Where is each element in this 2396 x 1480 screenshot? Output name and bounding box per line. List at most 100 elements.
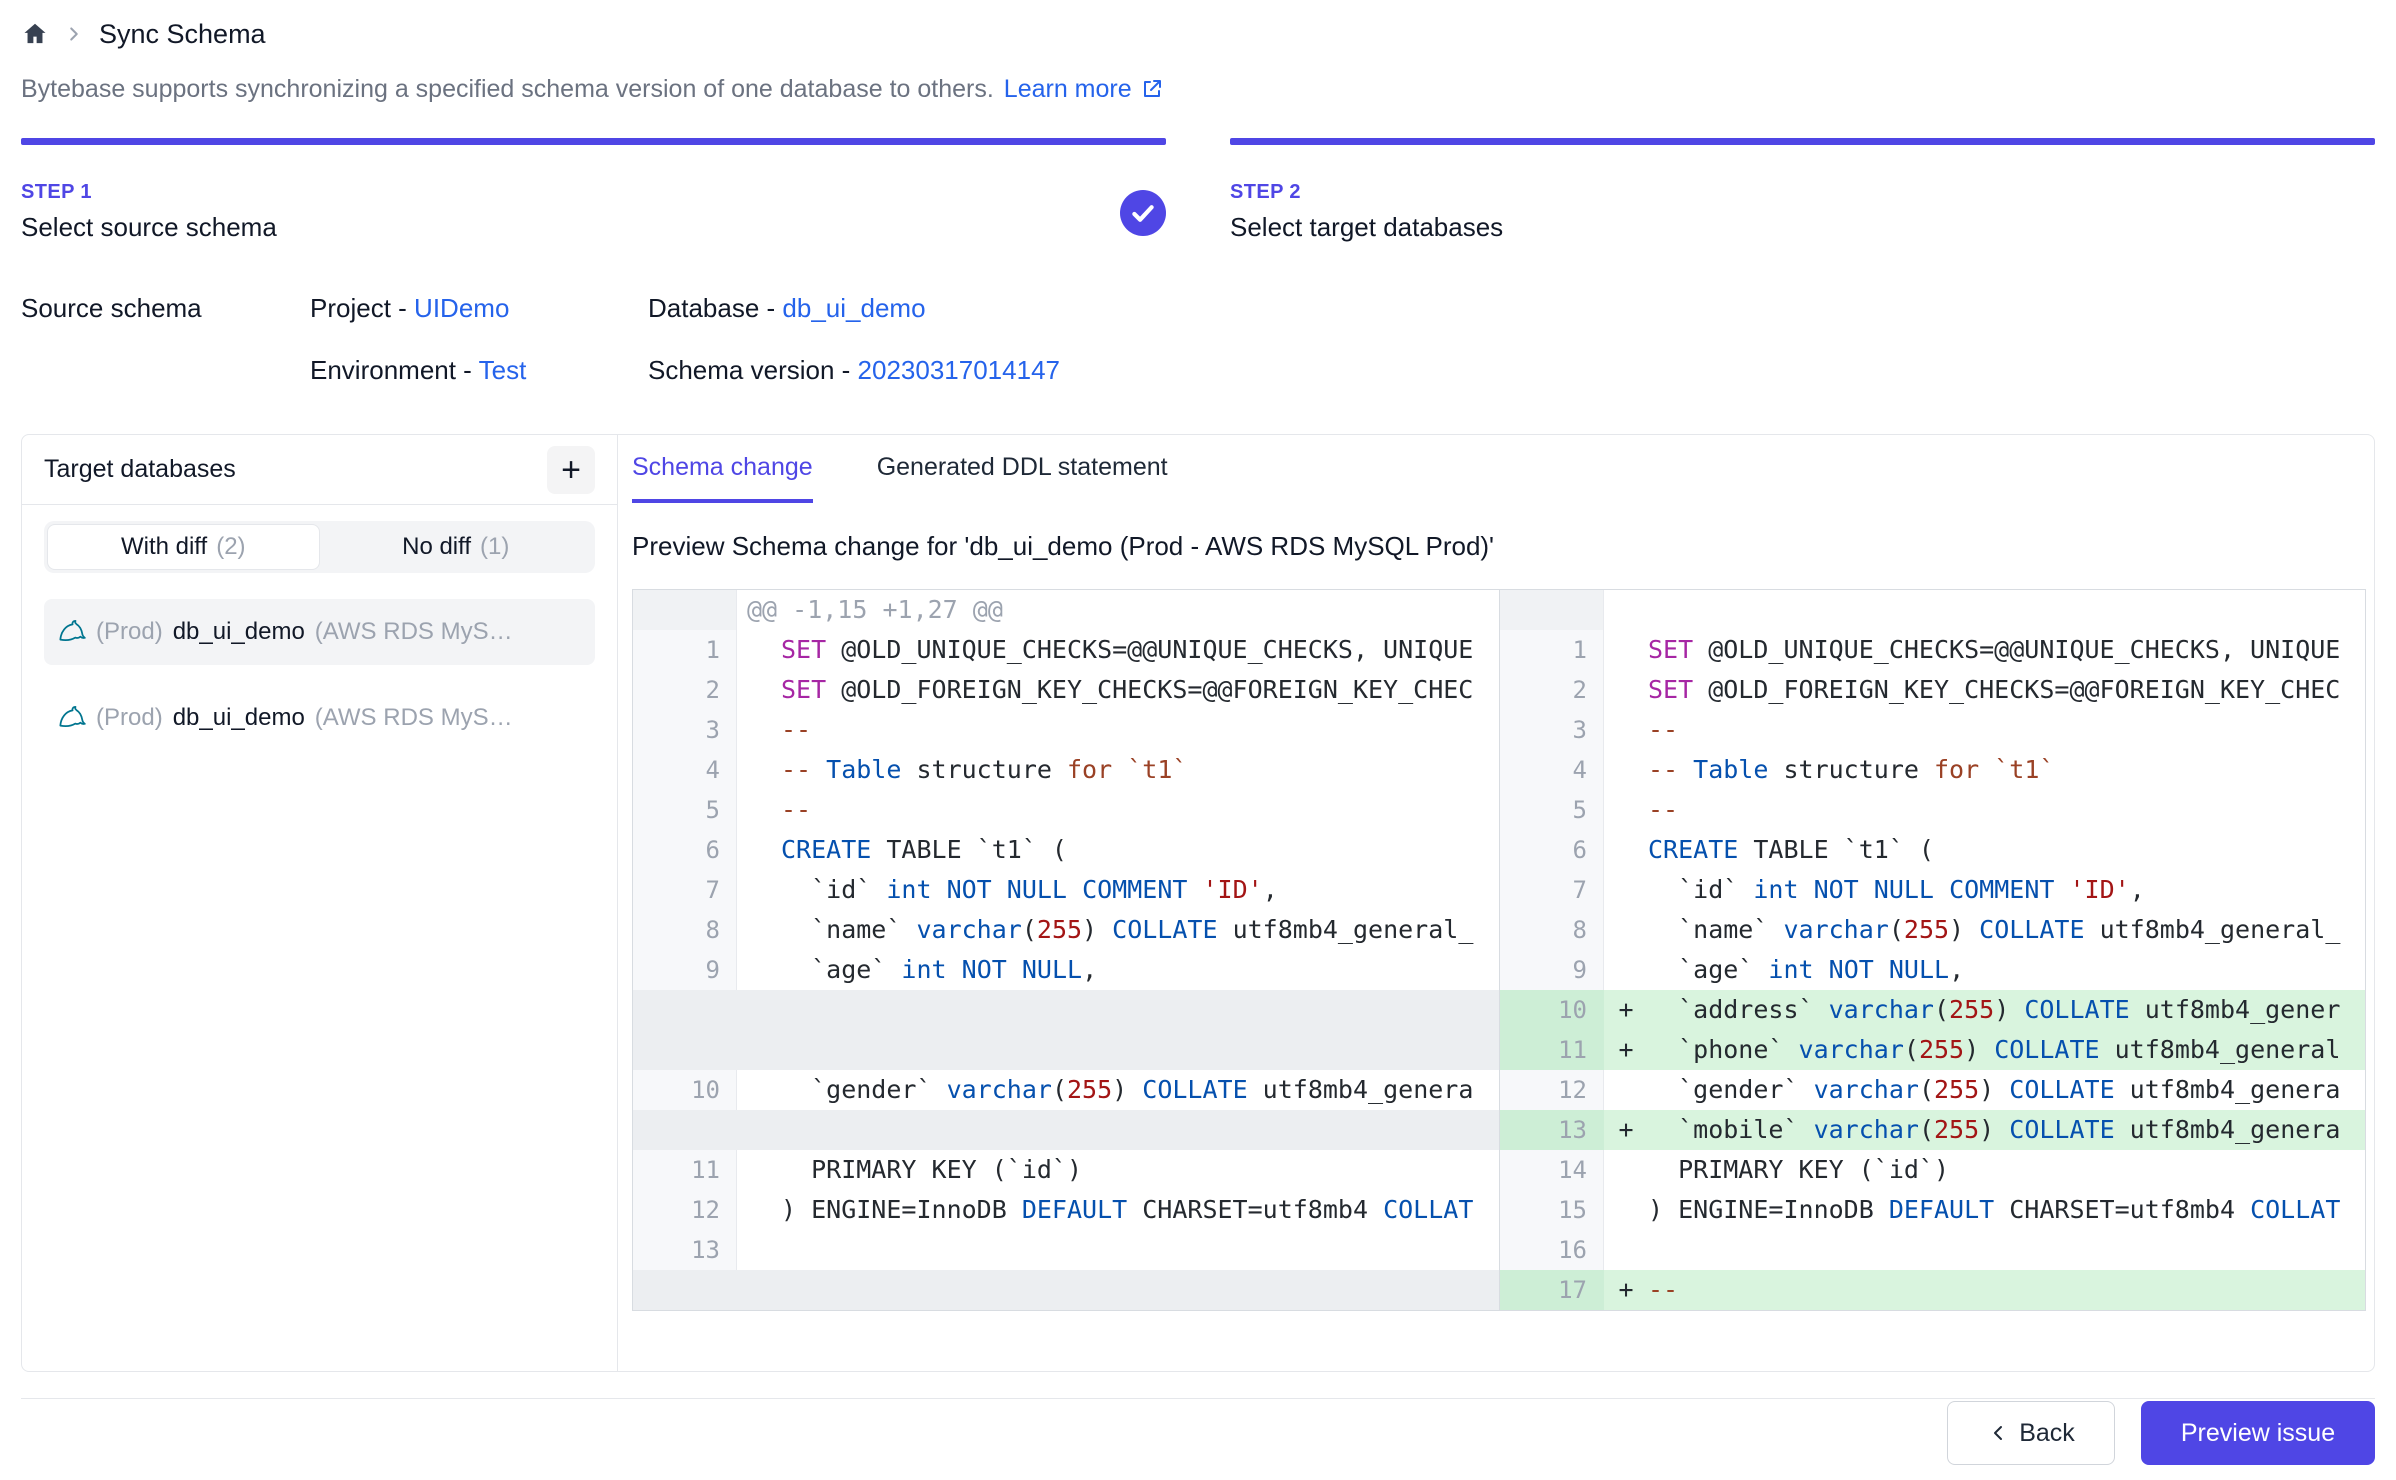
- diff-row: 9 `age` int NOT NULL,: [1500, 950, 2365, 990]
- environment-link[interactable]: Test: [479, 355, 527, 385]
- line-number: 7: [633, 870, 737, 910]
- preview-issue-button[interactable]: Preview issue: [2141, 1401, 2375, 1465]
- diff-row: 11 PRIMARY KEY (`id`): [633, 1150, 1499, 1190]
- code-line: PRIMARY KEY (`id`): [781, 1150, 1499, 1190]
- code-line: --: [781, 790, 1499, 830]
- diff-add-marker: [737, 950, 781, 990]
- diff-add-marker: +: [1604, 1270, 1648, 1310]
- code-line: `age` int NOT NULL,: [781, 950, 1499, 990]
- back-button[interactable]: Back: [1947, 1401, 2115, 1465]
- project-link[interactable]: UIDemo: [414, 293, 509, 323]
- line-number: [1500, 590, 1604, 630]
- footer-actions: Back Preview issue: [21, 1398, 2375, 1465]
- diff-add-marker: [737, 1150, 781, 1190]
- code-line: -- Table structure for `t1`: [1648, 750, 2365, 790]
- diff-row: 7 `id` int NOT NULL COMMENT 'ID',: [1500, 870, 2365, 910]
- preview-title: Preview Schema change for 'db_ui_demo (P…: [632, 531, 2374, 563]
- code-line: CREATE TABLE `t1` (: [1648, 830, 2365, 870]
- diff-row: 2SET @OLD_FOREIGN_KEY_CHECKS=@@FOREIGN_K…: [633, 670, 1499, 710]
- tab-with-diff[interactable]: With diff (2): [47, 524, 320, 570]
- diff-row: [1500, 590, 2365, 630]
- schema-diff-viewer: @@ -1,15 +1,27 @@1SET @OLD_UNIQUE_CHECKS…: [632, 589, 2366, 1311]
- line-number: 5: [1500, 790, 1604, 830]
- diff-add-marker: [1604, 950, 1648, 990]
- diff-row: 13+ `mobile` varchar(255) COLLATE utf8mb…: [1500, 1110, 2365, 1150]
- diff-row: 14 PRIMARY KEY (`id`): [1500, 1150, 2365, 1190]
- step-2-kicker: STEP 2: [1230, 181, 2375, 204]
- code-line: --: [1648, 1270, 2365, 1310]
- database-name: db_ui_demo: [173, 704, 305, 732]
- tab-with-diff-label: With diff: [121, 533, 207, 561]
- code-line: --: [781, 710, 1499, 750]
- mysql-icon: [58, 618, 86, 646]
- diff-row: 15 ) ENGINE=InnoDB DEFAULT CHARSET=utf8mb…: [1500, 1190, 2365, 1230]
- diff-add-marker: +: [1604, 1030, 1648, 1070]
- diff-row: 7 `id` int NOT NULL COMMENT 'ID',: [633, 870, 1499, 910]
- line-number: 2: [1500, 670, 1604, 710]
- step-1: STEP 1 Select source schema: [21, 138, 1166, 242]
- line-number: 9: [633, 950, 737, 990]
- code-line: `gender` varchar(255) COLLATE utf8mb4_ge…: [781, 1070, 1499, 1110]
- learn-more-link[interactable]: Learn more: [1004, 75, 1164, 104]
- diff-add-marker: [737, 790, 781, 830]
- code-line: SET @OLD_FOREIGN_KEY_CHECKS=@@FOREIGN_KE…: [781, 670, 1499, 710]
- diff-row: 17+--: [1500, 1270, 2365, 1310]
- diff-row: 5--: [633, 790, 1499, 830]
- target-database-list: (Prod) db_ui_demo (AWS RDS MyS… (Prod) d…: [44, 599, 595, 751]
- diff-row: 8 `name` varchar(255) COLLATE utf8mb4_ge…: [1500, 910, 2365, 950]
- step-2: STEP 2 Select target databases: [1230, 138, 2375, 242]
- tab-schema-change[interactable]: Schema change: [632, 435, 813, 503]
- diff-right-pane[interactable]: 1SET @OLD_UNIQUE_CHECKS=@@UNIQUE_CHECKS,…: [1499, 590, 2365, 1310]
- project-label: Project -: [310, 293, 407, 323]
- diff-row: 12 `gender` varchar(255) COLLATE utf8mb4…: [1500, 1070, 2365, 1110]
- diff-add-marker: [1604, 830, 1648, 870]
- schema-version-field: Schema version - 20230317014147: [648, 355, 2375, 386]
- diff-add-marker: +: [1604, 990, 1648, 1030]
- diff-row: 5--: [1500, 790, 2365, 830]
- intro-text: Bytebase supports synchronizing a specif…: [21, 74, 2375, 104]
- diff-row: @@ -1,15 +1,27 @@: [633, 590, 1499, 630]
- code-line: ) ENGINE=InnoDB DEFAULT CHARSET=utf8mb4 …: [1648, 1190, 2365, 1230]
- diff-add-marker: [737, 750, 781, 790]
- diff-row: 16: [1500, 1230, 2365, 1270]
- database-link[interactable]: db_ui_demo: [782, 293, 925, 323]
- code-line: ) ENGINE=InnoDB DEFAULT CHARSET=utf8mb4 …: [781, 1190, 1499, 1230]
- line-number: 11: [633, 1150, 737, 1190]
- line-number: 6: [1500, 830, 1604, 870]
- line-number: 16: [1500, 1230, 1604, 1270]
- diff-add-marker: [737, 1230, 781, 1270]
- environment-label: Environment -: [310, 355, 472, 385]
- add-database-button[interactable]: +: [547, 446, 595, 494]
- database-list-item[interactable]: (Prod) db_ui_demo (AWS RDS MyS…: [44, 599, 595, 665]
- diff-row: [633, 990, 1499, 1030]
- code-line: `name` varchar(255) COLLATE utf8mb4_gene…: [1648, 910, 2365, 950]
- diff-row: 4-- Table structure for `t1`: [633, 750, 1499, 790]
- line-number: 10: [633, 1070, 737, 1110]
- code-line: `gender` varchar(255) COLLATE utf8mb4_ge…: [1648, 1070, 2365, 1110]
- line-number: 15: [1500, 1190, 1604, 1230]
- tab-generated-ddl[interactable]: Generated DDL statement: [877, 435, 1168, 503]
- schema-change-content: Schema change Generated DDL statement Pr…: [618, 435, 2374, 1371]
- database-instance: (AWS RDS MyS…: [315, 704, 513, 732]
- diff-row: 10 `gender` varchar(255) COLLATE utf8mb4…: [633, 1070, 1499, 1110]
- database-list-item[interactable]: (Prod) db_ui_demo (AWS RDS MyS…: [44, 685, 595, 751]
- diff-row: 9 `age` int NOT NULL,: [633, 950, 1499, 990]
- home-icon[interactable]: [21, 20, 49, 48]
- diff-left-pane[interactable]: @@ -1,15 +1,27 @@1SET @OLD_UNIQUE_CHECKS…: [633, 590, 1499, 1310]
- main-panel: Target databases + With diff (2) No diff…: [21, 434, 2375, 1372]
- schema-version-link[interactable]: 20230317014147: [858, 355, 1060, 385]
- target-databases-sidebar: Target databases + With diff (2) No diff…: [22, 435, 618, 1371]
- line-number: 6: [633, 830, 737, 870]
- line-number: 10: [1500, 990, 1604, 1030]
- step-2-title: Select target databases: [1230, 212, 2375, 242]
- hunk-header: [1604, 590, 2365, 630]
- code-line: `address` varchar(255) COLLATE utf8mb4_g…: [1648, 990, 2365, 1030]
- line-number: [633, 590, 737, 630]
- diff-add-marker: [737, 870, 781, 910]
- line-number: 12: [1500, 1070, 1604, 1110]
- tab-no-diff[interactable]: No diff (1): [320, 524, 593, 570]
- diff-add-marker: [737, 830, 781, 870]
- diff-add-marker: [737, 1070, 781, 1110]
- diff-add-marker: [1604, 670, 1648, 710]
- line-number: 13: [633, 1230, 737, 1270]
